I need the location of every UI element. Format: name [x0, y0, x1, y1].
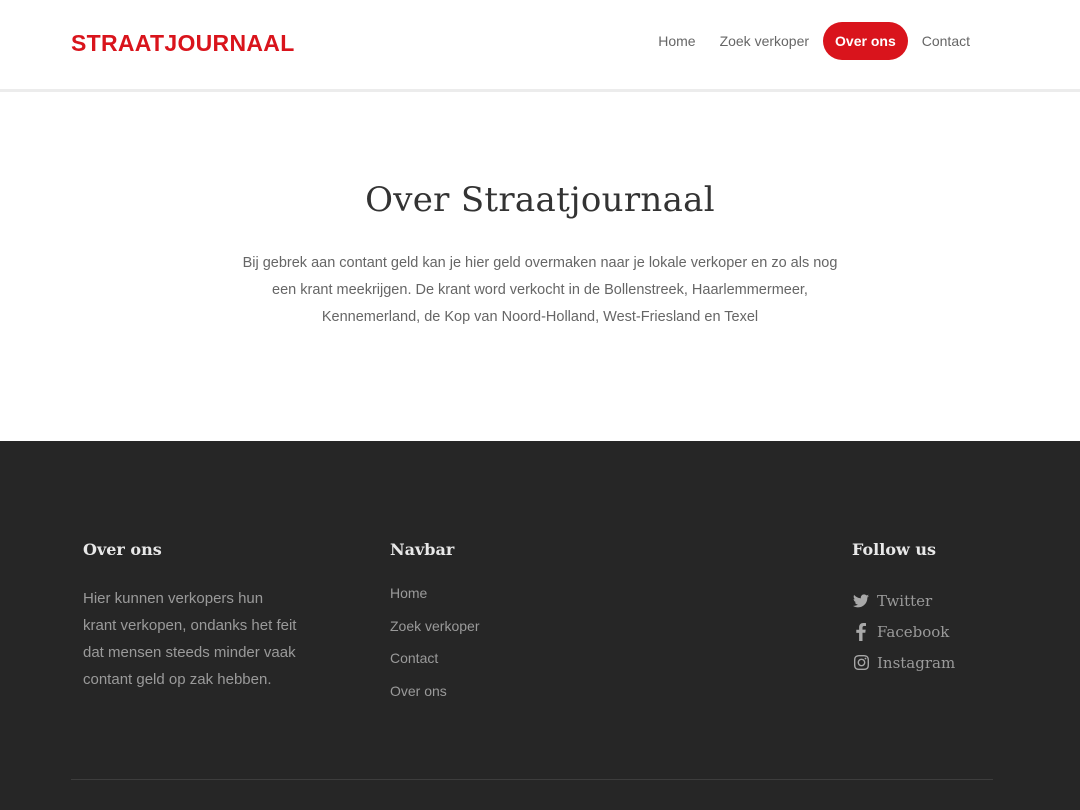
social-label-twitter: Twitter: [877, 591, 933, 610]
page-title: Over Straatjournaal: [365, 180, 715, 220]
footer-about-text: Hier kunnen verkopers hun krant verkopen…: [83, 590, 297, 688]
site-logo[interactable]: STRAATJOURNAAL: [71, 30, 295, 57]
social-link-twitter[interactable]: Twitter: [852, 585, 955, 616]
footer-navbar-title: Navbar: [390, 540, 455, 559]
social-label-instagram: Instagram: [877, 653, 956, 672]
about-section: Over Straatjournaal Bij gebrek aan conta…: [0, 95, 1080, 442]
facebook-icon: [852, 622, 870, 641]
site-footer: Over ons Hier kunnen verkopers hun krant…: [0, 441, 1080, 810]
site-header: STRAATJOURNAAL Home Zoek verkoper Over o…: [0, 0, 1080, 92]
main-nav: Home Zoek verkoper Over ons Contact: [646, 22, 982, 60]
social-link-facebook[interactable]: Facebook: [852, 616, 955, 647]
social-label-facebook: Facebook: [877, 622, 950, 641]
footer-about-title: Over ons: [83, 540, 162, 559]
footer-link-zoek-verkoper[interactable]: Zoek verkoper: [390, 618, 479, 651]
instagram-icon: [852, 654, 870, 672]
about-description: Bij gebrek aan contant geld kan je hier …: [242, 255, 838, 325]
footer-link-home[interactable]: Home: [390, 585, 479, 618]
nav-item-contact[interactable]: Contact: [910, 22, 982, 60]
footer-navbar-links: Home Zoek verkoper Contact Over ons: [390, 585, 479, 715]
footer-follow-title: Follow us: [852, 540, 936, 559]
footer-link-contact[interactable]: Contact: [390, 650, 479, 683]
footer-link-over-ons[interactable]: Over ons: [390, 683, 479, 716]
footer-divider: [71, 779, 993, 780]
nav-item-zoek-verkoper[interactable]: Zoek verkoper: [708, 22, 821, 60]
nav-item-over-ons[interactable]: Over ons: [823, 22, 908, 60]
social-links: Twitter Facebook Instagram: [852, 585, 955, 678]
twitter-icon: [852, 592, 870, 610]
nav-item-home[interactable]: Home: [646, 22, 707, 60]
social-link-instagram[interactable]: Instagram: [852, 647, 955, 678]
